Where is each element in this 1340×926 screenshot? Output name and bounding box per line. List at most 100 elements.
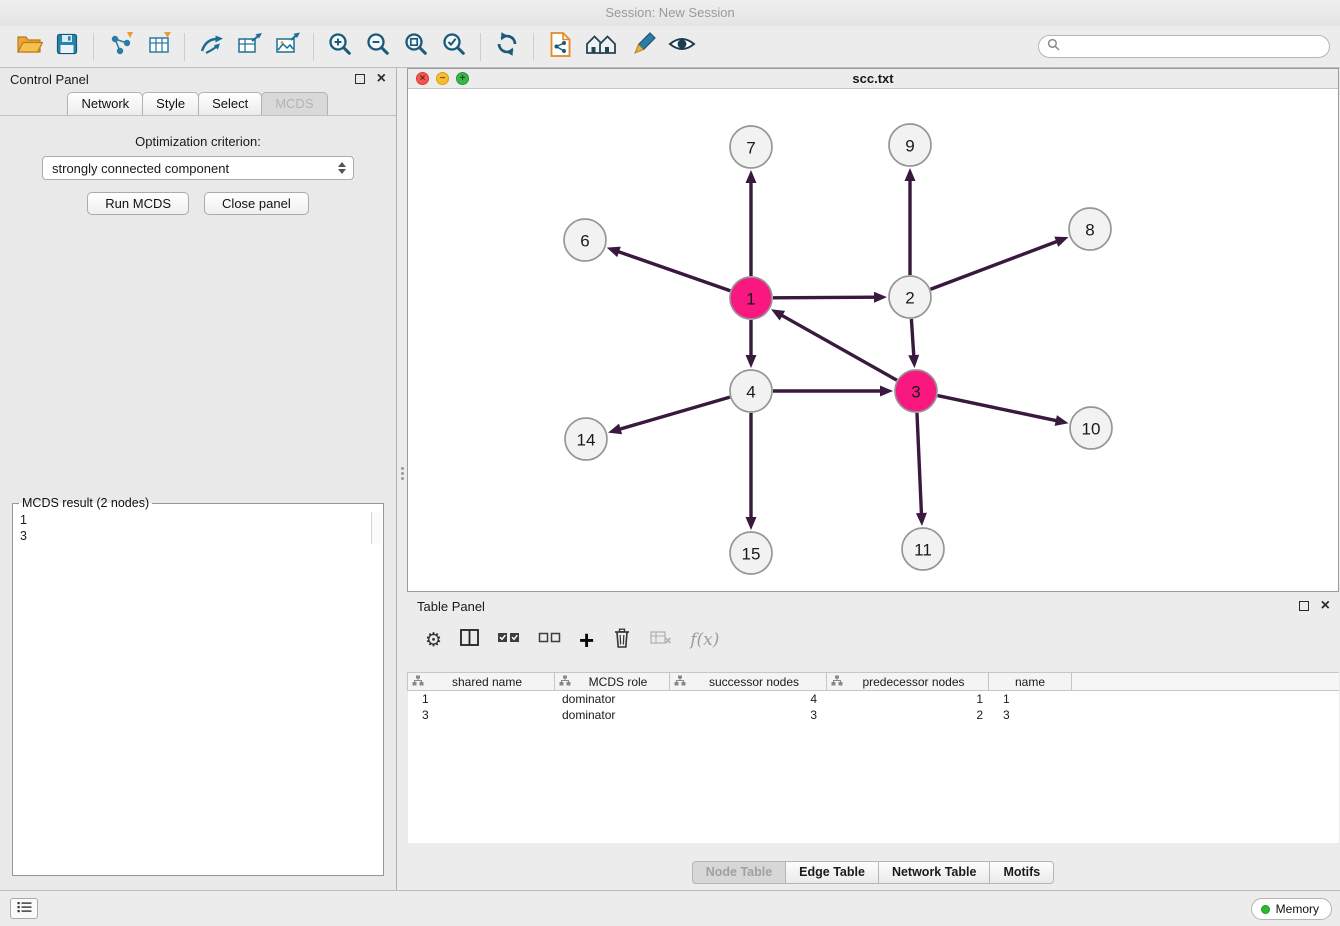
edge-arrowhead-icon bbox=[746, 170, 757, 183]
show-graphics-details-button[interactable] bbox=[666, 31, 698, 63]
houses-icon bbox=[584, 32, 620, 61]
tab-network-table[interactable]: Network Table bbox=[878, 861, 991, 884]
delete-column-button[interactable] bbox=[612, 627, 632, 654]
tab-node-table[interactable]: Node Table bbox=[692, 861, 786, 884]
network-window-title: scc.txt bbox=[852, 71, 893, 86]
export-network-button[interactable] bbox=[195, 31, 227, 63]
graph-edge-3-10[interactable] bbox=[938, 396, 1058, 421]
plus-icon: + bbox=[579, 630, 594, 650]
graph-edge-1-6[interactable] bbox=[617, 251, 730, 291]
graph-edge-4-14[interactable] bbox=[619, 397, 730, 429]
edge-arrowhead-icon bbox=[1054, 237, 1068, 247]
run-mcds-button[interactable]: Run MCDS bbox=[87, 192, 189, 215]
toolbar-separator bbox=[480, 33, 481, 61]
graph-edge-2-8[interactable] bbox=[931, 241, 1059, 289]
export-image-button[interactable] bbox=[271, 31, 303, 63]
column-header-name[interactable]: name bbox=[988, 672, 1072, 691]
tab-network[interactable]: Network bbox=[67, 92, 143, 115]
first-neighbors-button[interactable] bbox=[582, 31, 622, 63]
status-menu-button[interactable] bbox=[10, 898, 38, 919]
graph-node-label: 2 bbox=[905, 289, 914, 308]
close-panel-icon[interactable]: × bbox=[377, 74, 386, 84]
open-folder-icon bbox=[16, 32, 43, 61]
tree-icon bbox=[831, 675, 843, 689]
delete-table-button[interactable] bbox=[650, 630, 672, 650]
panel-splitter[interactable] bbox=[399, 465, 405, 482]
close-window-icon[interactable]: × bbox=[416, 72, 429, 85]
column-header-successor-nodes[interactable]: successor nodes bbox=[669, 672, 827, 691]
column-header-predecessor-nodes[interactable]: predecessor nodes bbox=[826, 672, 989, 691]
column-header-shared-name[interactable]: shared name bbox=[407, 672, 555, 691]
float-panel-icon[interactable] bbox=[355, 74, 365, 84]
graph-node-label: 10 bbox=[1082, 420, 1101, 439]
import-table-icon bbox=[145, 31, 172, 62]
tree-icon bbox=[674, 675, 686, 689]
memory-status-icon bbox=[1261, 905, 1270, 914]
table-row[interactable]: 3 dominator 3 2 3 bbox=[408, 707, 1339, 723]
search-input[interactable] bbox=[1060, 37, 1329, 56]
toolbar-separator bbox=[533, 33, 534, 61]
minimize-window-icon[interactable]: − bbox=[436, 72, 449, 85]
graph-node-label: 9 bbox=[905, 137, 914, 156]
graph-node-label: 7 bbox=[746, 139, 755, 158]
import-table-button[interactable] bbox=[142, 31, 174, 63]
add-column-button[interactable]: + bbox=[579, 630, 594, 650]
network-document-button[interactable] bbox=[544, 31, 576, 63]
document-share-icon bbox=[549, 31, 572, 63]
gear-icon: ⚙ bbox=[425, 629, 442, 651]
export-image-icon bbox=[274, 31, 301, 62]
table-toolbar: ⚙ bbox=[407, 620, 1340, 660]
column-header-mcds-role[interactable]: MCDS role bbox=[554, 672, 670, 691]
edge-arrowhead-icon bbox=[746, 355, 757, 368]
tab-edge-table[interactable]: Edge Table bbox=[785, 861, 879, 884]
show-columns-button[interactable] bbox=[460, 629, 479, 651]
function-builder-button[interactable]: f(x) bbox=[690, 630, 719, 650]
graph-edge-2-3[interactable] bbox=[911, 319, 913, 357]
table-row[interactable]: 1 dominator 4 1 1 bbox=[408, 691, 1339, 707]
graph-edge-3-11[interactable] bbox=[917, 413, 922, 515]
search-box[interactable] bbox=[1038, 35, 1330, 58]
network-canvas[interactable]: 7968124314101511 bbox=[408, 89, 1338, 591]
zoom-selected-icon bbox=[441, 31, 467, 62]
mcds-result-line: 3 bbox=[13, 528, 369, 544]
zoom-window-icon[interactable]: + bbox=[456, 72, 469, 85]
edge-arrowhead-icon bbox=[880, 386, 893, 397]
save-session-button[interactable] bbox=[51, 31, 83, 63]
optimization-criterion-select[interactable]: strongly connected component bbox=[42, 156, 354, 180]
edge-arrowhead-icon bbox=[746, 517, 757, 530]
trash-icon bbox=[612, 627, 632, 654]
zoom-fit-button[interactable] bbox=[400, 31, 432, 63]
float-table-panel-icon[interactable] bbox=[1299, 601, 1309, 611]
tree-icon bbox=[412, 675, 424, 689]
zoom-selected-button[interactable] bbox=[438, 31, 470, 63]
network-graph[interactable]: 7968124314101511 bbox=[408, 89, 1338, 591]
export-table-button[interactable] bbox=[233, 31, 265, 63]
zoom-out-button[interactable] bbox=[362, 31, 394, 63]
edge-arrowhead-icon bbox=[608, 424, 622, 435]
tab-style[interactable]: Style bbox=[142, 92, 199, 115]
close-table-panel-icon[interactable]: × bbox=[1321, 601, 1330, 611]
select-all-button[interactable] bbox=[497, 630, 520, 650]
graph-edge-3-1[interactable] bbox=[781, 315, 897, 381]
edge-arrowhead-icon bbox=[908, 355, 919, 368]
result-scrollbar[interactable] bbox=[371, 512, 381, 544]
deselect-all-button[interactable] bbox=[538, 630, 561, 650]
eye-icon bbox=[667, 33, 697, 60]
tab-mcds[interactable]: MCDS bbox=[261, 92, 327, 115]
graph-node-label: 6 bbox=[580, 232, 589, 251]
tab-motifs[interactable]: Motifs bbox=[989, 861, 1054, 884]
graph-edge-1-2[interactable] bbox=[773, 297, 876, 298]
table-settings-button[interactable]: ⚙ bbox=[425, 629, 442, 651]
tab-select[interactable]: Select bbox=[198, 92, 262, 115]
zoom-in-button[interactable] bbox=[324, 31, 356, 63]
memory-button[interactable]: Memory bbox=[1251, 898, 1332, 920]
toolbar-separator bbox=[93, 33, 94, 61]
open-session-button[interactable] bbox=[13, 31, 45, 63]
table-panel: Table Panel × ⚙ bbox=[407, 595, 1340, 890]
import-network-button[interactable] bbox=[104, 31, 136, 63]
apply-layout-button[interactable] bbox=[491, 31, 523, 63]
close-panel-button[interactable]: Close panel bbox=[204, 192, 309, 215]
annotation-button[interactable] bbox=[628, 31, 660, 63]
edge-arrowhead-icon bbox=[874, 292, 887, 303]
node-table: shared name MCDS role bbox=[408, 672, 1339, 843]
